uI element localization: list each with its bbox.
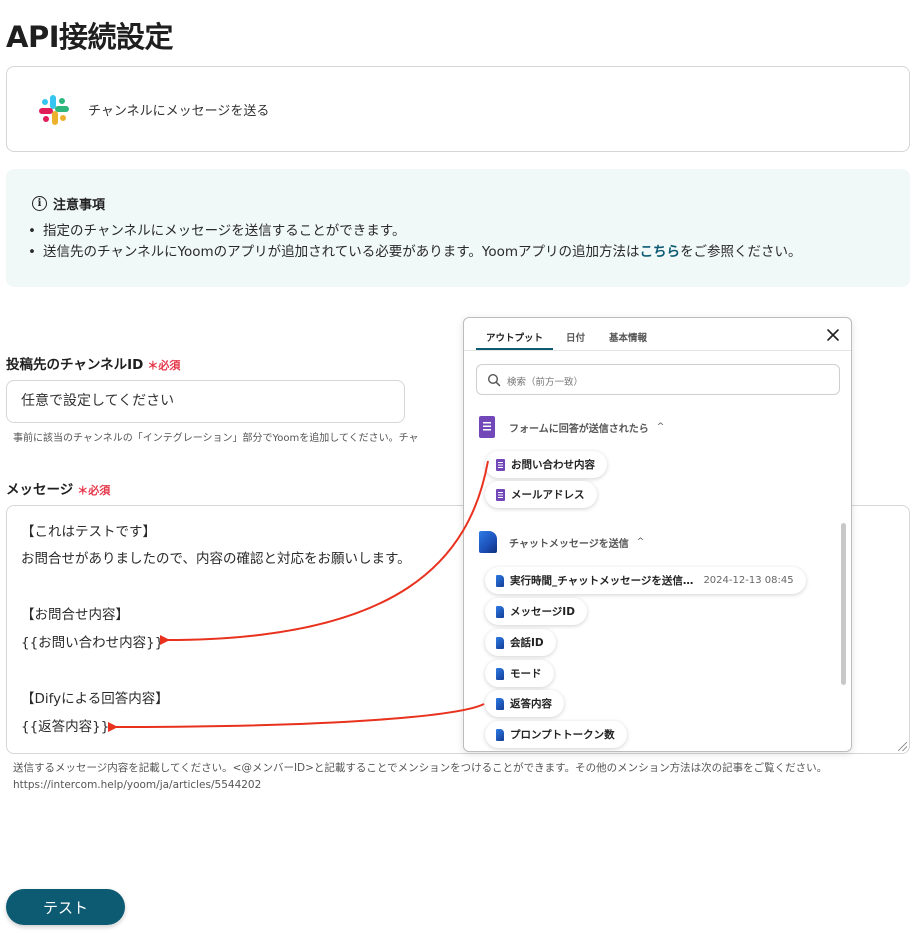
required-badge: ＊必須 (77, 484, 111, 497)
message-line: 【これはテストです】 (21, 524, 156, 540)
channel-field-label: 投稿先のチャンネルID ＊必須 (6, 353, 180, 373)
chip-label: モード (510, 668, 542, 680)
output-chip-email[interactable]: メールアドレス (485, 481, 597, 508)
chevron-up-icon: ^ (656, 422, 665, 432)
dify-icon (496, 605, 504, 618)
channel-id-input[interactable]: 任意で設定してください (6, 380, 405, 423)
notice-title: 注意事項 (53, 198, 106, 213)
message-field-label: メッセージ ＊必須 (6, 478, 110, 498)
tab-basic-info[interactable]: 基本情報 (609, 330, 647, 344)
close-icon[interactable] (825, 327, 841, 343)
dify-icon (496, 697, 504, 710)
search-placeholder: 検索（前方一致） (507, 377, 584, 388)
dify-icon (496, 728, 504, 741)
google-forms-icon (496, 488, 505, 501)
required-text: 必須 (88, 484, 111, 497)
required-text: 必須 (158, 359, 181, 372)
notice-header: i 注意事項 (32, 194, 105, 213)
page-title: API接続設定 (6, 20, 174, 54)
chip-label: 会話ID (510, 637, 544, 649)
google-forms-icon (479, 416, 495, 438)
chip-label: メールアドレス (511, 489, 585, 501)
notice-list: 指定のチャンネルにメッセージを送信することができます。 送信先のチャンネルにYo… (28, 221, 802, 263)
message-line: {{お問い合わせ内容}} (21, 635, 164, 651)
message-line: 【Difyによる回答内容】 (21, 691, 169, 707)
dify-icon (479, 531, 497, 553)
section-title: フォームに回答が送信されたら (509, 423, 649, 435)
channel-label-text: 投稿先のチャンネルID (6, 357, 144, 373)
chip-label: プロンプトトークン数 (510, 729, 615, 741)
test-button[interactable]: テスト (6, 889, 125, 925)
output-picker-panel: アウトプット 日付 基本情報 検索（前方一致） フォームに回答が送信されたら ^… (463, 317, 852, 752)
slack-logo (39, 95, 69, 125)
message-help-text: 送信するメッセージ内容を記載してください。<@メンバーID>と記載することでメン… (13, 760, 827, 794)
output-chip-conversation-id[interactable]: 会話ID (485, 629, 556, 656)
tab-output[interactable]: アウトプット (486, 330, 543, 344)
help-link[interactable]: こちら (640, 244, 681, 260)
message-line: お問合せがありましたので、内容の確認と対応をお願いします。 (21, 551, 411, 567)
chip-label: 実行時間_チャットメッセージを送信… (510, 575, 694, 587)
section-header-chat[interactable]: チャットメッセージを送信 ^ (479, 531, 644, 553)
notice-item-text: 指定のチャンネルにメッセージを送信することができます。 (42, 223, 406, 239)
message-line: 【お問合せ内容】 (21, 607, 129, 623)
tab-divider (464, 350, 851, 351)
message-help-link[interactable]: https://intercom.help/yoom/ja/articles/5… (13, 777, 827, 794)
google-forms-icon (496, 458, 505, 471)
channel-help-text: 事前に該当のチャンネルの「インテグレーション」部分でYoomを追加してください。… (13, 433, 419, 444)
message-help-line: 送信するメッセージ内容を記載してください。<@メンバーID>と記載することでメン… (13, 762, 828, 774)
required-badge: ＊必須 (147, 359, 181, 372)
search-icon (487, 373, 501, 387)
notice-item-text: をご参照ください。 (680, 244, 802, 260)
chevron-up-icon: ^ (636, 537, 645, 547)
output-chip-inquiry[interactable]: お問い合わせ内容 (485, 451, 607, 478)
chip-label: メッセージID (510, 606, 575, 618)
message-label-text: メッセージ (6, 482, 74, 498)
notice-item: 送信先のチャンネルにYoomのアプリが追加されている必要があります。Yoomアプ… (28, 242, 802, 263)
output-chip-mode[interactable]: モード (485, 660, 554, 687)
output-chip-answer[interactable]: 返答内容 (485, 690, 564, 717)
output-chip-prompt-tokens[interactable]: プロンプトトークン数 (485, 721, 627, 748)
search-input[interactable]: 検索（前方一致） (476, 364, 840, 395)
dify-icon (496, 636, 504, 649)
dify-icon (496, 667, 504, 680)
info-icon: i (32, 196, 47, 211)
resize-handle[interactable] (898, 742, 907, 751)
notice-box: i 注意事項 指定のチャンネルにメッセージを送信することができます。 送信先のチ… (6, 169, 910, 287)
chip-label: 返答内容 (510, 698, 552, 710)
dify-icon (496, 574, 504, 587)
action-card[interactable]: チャンネルにメッセージを送る (6, 66, 910, 152)
section-header-forms[interactable]: フォームに回答が送信されたら ^ (479, 416, 664, 438)
output-chip-message-id[interactable]: メッセージID (485, 598, 587, 625)
action-label: チャンネルにメッセージを送る (88, 104, 270, 119)
output-chip-exec-time[interactable]: 実行時間_チャットメッセージを送信… 2024-12-13 08:45 (485, 567, 806, 594)
scrollbar[interactable] (841, 523, 846, 685)
chip-label: お問い合わせ内容 (511, 459, 595, 471)
notice-item-text: 送信先のチャンネルにYoomのアプリが追加されている必要があります。Yoomアプ… (42, 244, 640, 260)
tab-date[interactable]: 日付 (566, 330, 585, 344)
notice-item: 指定のチャンネルにメッセージを送信することができます。 (28, 221, 802, 242)
message-line: {{返答内容}} (21, 719, 110, 735)
chip-value: 2024-12-13 08:45 (703, 575, 794, 586)
section-title: チャットメッセージを送信 (509, 538, 629, 550)
